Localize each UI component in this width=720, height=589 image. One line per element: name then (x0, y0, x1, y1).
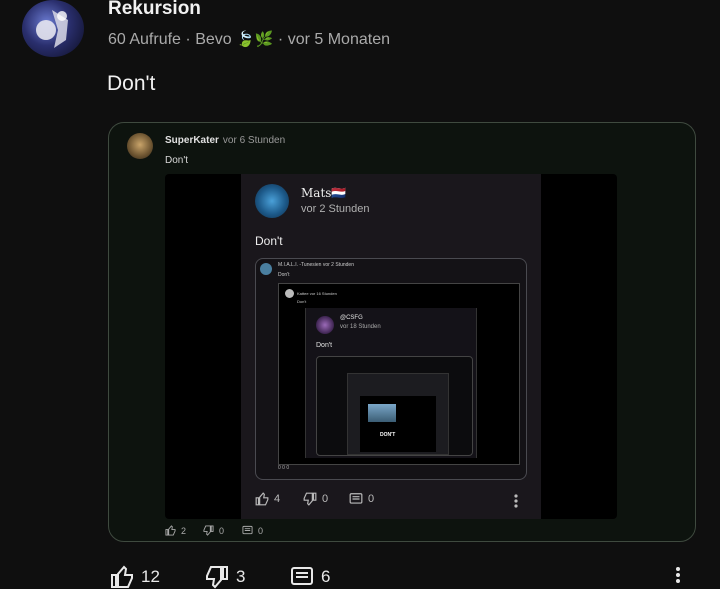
comment-icon (242, 525, 253, 535)
screenshot-text: Don't (255, 234, 283, 248)
dislike-button[interactable]: 3 (203, 565, 245, 589)
embed-reply-button[interactable]: 0 (242, 525, 263, 536)
embed-like-button[interactable]: 2 (165, 525, 186, 536)
author-emoji: 🍃🌿 (236, 31, 274, 48)
thumbs-up-icon (111, 565, 133, 588)
embedded-text: Don't (165, 155, 189, 166)
reply-count: 6 (321, 567, 331, 586)
innermost-image: DON'T (360, 396, 436, 452)
thumbs-up-icon (165, 525, 176, 536)
more-options-icon (514, 494, 518, 508)
embed-dislike-count: 0 (219, 525, 225, 536)
more-options-icon[interactable] (674, 566, 682, 584)
meta-separator: · (185, 31, 191, 48)
deepest-avatar (316, 316, 334, 334)
thumbs-down-icon (303, 492, 317, 506)
embed-dislike-button[interactable]: 0 (203, 525, 224, 536)
innermost-screenshot: DON'T (347, 373, 449, 455)
dislike-count: 3 (236, 567, 246, 586)
thumbs-down-icon (203, 525, 214, 536)
comment-icon (291, 567, 313, 585)
deeper-user: Kattee vor 16 Stunden (297, 291, 337, 296)
author-name[interactable]: Bevo (195, 31, 231, 48)
nested-screenshot: Kattee vor 16 Stunden Don't @CSFG vor 18… (278, 283, 520, 465)
post-age: vor 5 Monaten (287, 31, 390, 48)
like-button[interactable]: 12 (108, 565, 160, 589)
embed-like-count: 2 (181, 525, 187, 536)
embed-reply-count: 0 (258, 525, 264, 536)
views-count: 60 Aufrufe (108, 31, 181, 48)
innermost-photo (368, 404, 396, 422)
deepest-comment-card: DON'T (316, 356, 473, 456)
screenshot-like: 4 (255, 492, 280, 506)
screenshot-reply-count: 0 (368, 493, 375, 505)
nested-user-name: M.I.A.L.I. -Tunesien (278, 262, 322, 268)
deeper-time: vor 16 Stunden (309, 291, 337, 296)
channel-avatar[interactable] (22, 0, 84, 57)
thumbs-up-icon (255, 492, 269, 506)
thumbs-down-icon (206, 566, 228, 589)
embedded-time: vor 6 Stunden (222, 135, 286, 146)
screenshot-reply: 0 (349, 492, 374, 506)
nested-user: M.I.A.L.I. -Tunesien vor 2 Stunden (278, 262, 354, 268)
meta-separator: · (277, 31, 284, 48)
embedded-screenshot: Mats🇳🇱 vor 2 Stunden Don't M.I.A.L.I. -T… (165, 174, 617, 519)
post-meta: 60 Aufrufe · Bevo 🍃🌿 · vor 5 Monaten (108, 30, 390, 49)
reply-button[interactable]: 6 (288, 565, 330, 589)
comment-icon (349, 493, 363, 504)
deepest-name: @CSFG (340, 315, 363, 321)
screenshot-avatar (255, 184, 289, 218)
screenshot-time: vor 2 Stunden (301, 203, 370, 215)
post-text: Don't (107, 72, 156, 95)
deepest-time: vor 18 Stunden (340, 324, 381, 330)
screenshot-post: Mats🇳🇱 vor 2 Stunden Don't M.I.A.L.I. -T… (241, 174, 541, 519)
deeper-avatar (285, 289, 294, 298)
deepest-text: Don't (316, 342, 333, 349)
screenshot-like-count: 4 (274, 493, 281, 505)
nested-text: Don't (278, 272, 290, 278)
screenshot-name: Mats🇳🇱 (301, 186, 347, 200)
deeper-user-name: Kattee (297, 291, 309, 296)
embedded-user: SuperKater vor 6 Stunden (165, 135, 285, 146)
nested-time: vor 2 Stunden (322, 262, 354, 268)
screenshot-dislike-count: 0 (322, 493, 329, 505)
nested-avatar (260, 263, 272, 275)
innermost-text: DON'T (380, 432, 396, 438)
embedded-user-name: SuperKater (165, 135, 219, 146)
nested-comment-card: M.I.A.L.I. -Tunesien vor 2 Stunden Don't… (255, 258, 527, 480)
embedded-comment-card: SuperKater vor 6 Stunden Don't Mats🇳🇱 vor… (108, 122, 696, 542)
like-count: 12 (141, 567, 160, 586)
screenshot-dislike: 0 (303, 492, 328, 506)
deeper-text: Don't (297, 299, 307, 304)
deepest-post: @CSFG vor 18 Stunden Don't DON'T (305, 308, 477, 458)
nested-actions: 0 0 0 (278, 465, 290, 471)
channel-name[interactable]: Rekursion (108, 0, 201, 20)
embedded-user-avatar (127, 133, 153, 159)
